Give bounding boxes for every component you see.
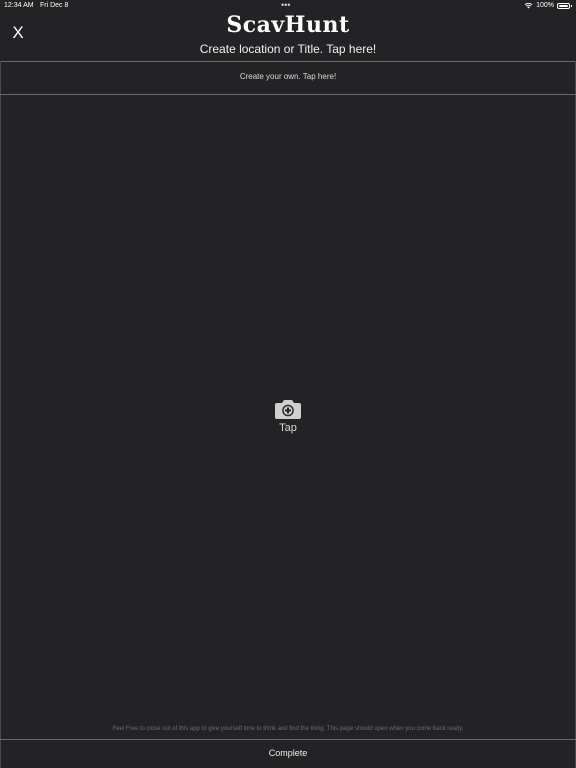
battery-nub [571,4,572,7]
tap-label: Tap [279,422,297,434]
header-divider [0,61,576,62]
battery-fill [559,4,568,7]
battery-percent: 100% [536,2,554,9]
status-bar: 12:34 AM Fri Dec 8 ••• 100% [0,0,576,12]
app-title: ScavHunt [226,12,350,38]
status-indicators: 100% [524,2,572,9]
camera-plus-icon[interactable] [275,398,301,420]
location-title-field[interactable]: Create location or Title. Tap here! [0,42,576,56]
footer-note: Feel Free to close out of this app to gi… [112,726,464,732]
scavhunt-screen: 12:34 AM Fri Dec 8 ••• 100% X ScavHunt C… [0,0,576,768]
complete-button[interactable]: Complete [1,740,575,768]
wifi-icon [524,2,533,9]
status-date: Fri Dec 8 [40,2,69,9]
multitasking-dots[interactable]: ••• [281,0,290,10]
description-field[interactable]: Create your own. Tap here! [0,72,576,81]
battery-icon [557,2,572,9]
status-time: 12:34 AM [4,2,34,9]
